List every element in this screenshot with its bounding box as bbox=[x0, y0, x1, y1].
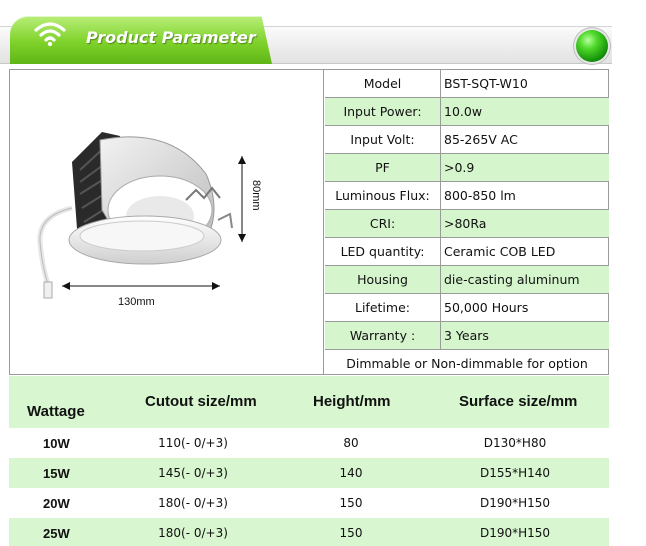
spec-label: LED quantity: bbox=[325, 238, 441, 265]
cell-surface: D190*H150 bbox=[479, 496, 551, 510]
spec-row: Model BST-SQT-W10 bbox=[325, 70, 609, 98]
cell-cutout: 145(- 0/+3) bbox=[158, 466, 228, 480]
status-indicator-icon bbox=[576, 30, 608, 62]
table-row: 15W 145(- 0/+3) 140 D155*H140 bbox=[9, 458, 609, 488]
spec-value: 85-265V AC bbox=[444, 132, 518, 147]
spec-row: Housing die-casting aluminum bbox=[325, 266, 609, 294]
header-surface: Surface size/mm bbox=[459, 393, 578, 410]
page-title: Product Parameter bbox=[86, 28, 256, 47]
cell-wattage: 15W bbox=[43, 465, 70, 481]
header-cutout: Cutout size/mm bbox=[145, 393, 257, 410]
table-row: 10W 110(- 0/+3) 80 D130*H80 bbox=[9, 428, 609, 458]
spec-label: Warranty : bbox=[325, 322, 441, 349]
spec-value: die-casting aluminum bbox=[444, 272, 580, 287]
spec-row: PF >0.9 bbox=[325, 154, 609, 182]
cell-wattage: 10W bbox=[43, 435, 70, 451]
spec-label: Lifetime: bbox=[325, 294, 441, 321]
cell-surface: D190*H150 bbox=[479, 526, 551, 540]
spec-row: Luminous Flux: 800-850 lm bbox=[325, 182, 609, 210]
spec-value: 50,000 Hours bbox=[444, 300, 529, 315]
spec-row: Warranty :3 Years bbox=[325, 322, 609, 350]
cell-wattage: 20W bbox=[43, 495, 70, 511]
spec-row: Input Power: 10.0w bbox=[325, 98, 609, 126]
spec-value: >80Ra bbox=[444, 216, 487, 231]
cell-cutout: 180(- 0/+3) bbox=[158, 496, 228, 510]
spec-row: Input Volt: 85-265V AC bbox=[325, 126, 609, 154]
height-dimension-label: 80mm bbox=[250, 180, 262, 211]
size-table: Wattage Cutout size/mm Height/mm Surface… bbox=[9, 376, 609, 546]
cell-height: 150 bbox=[339, 526, 363, 540]
spec-panel: 130mm 80mm Model BST-SQT-W10 Input Power:… bbox=[9, 69, 609, 375]
wifi-icon bbox=[34, 22, 66, 47]
spec-label: Input Power: bbox=[325, 98, 441, 125]
spec-value: 3 Years bbox=[444, 328, 489, 343]
spec-row: LED quantity: Ceramic COB LED bbox=[325, 238, 609, 266]
spec-row: CRI: >80Ra bbox=[325, 210, 609, 238]
spec-row: Lifetime: 50,000 Hours bbox=[325, 294, 609, 322]
cell-cutout: 110(- 0/+3) bbox=[158, 436, 228, 450]
cell-height: 140 bbox=[339, 466, 363, 480]
cell-wattage: 25W bbox=[43, 525, 70, 541]
cell-height: 80 bbox=[343, 436, 359, 450]
spec-label: PF bbox=[325, 154, 441, 181]
spec-label: Input Volt: bbox=[325, 126, 441, 153]
spec-value: BST-SQT-W10 bbox=[444, 76, 528, 91]
cell-cutout: 180(- 0/+3) bbox=[158, 526, 228, 540]
size-table-header: Wattage Cutout size/mm Height/mm Surface… bbox=[9, 376, 609, 428]
width-dimension-label: 130mm bbox=[118, 296, 155, 308]
header-height: Height/mm bbox=[313, 393, 391, 410]
header-wattage: Wattage bbox=[27, 403, 85, 420]
cell-height: 150 bbox=[339, 496, 363, 510]
spec-value: 800-850 lm bbox=[444, 188, 516, 203]
spec-label: CRI: bbox=[325, 210, 441, 237]
cell-surface: D130*H80 bbox=[483, 436, 547, 450]
spec-label: Model bbox=[325, 70, 441, 97]
table-row: 25W 180(- 0/+3) 150 D190*H150 bbox=[9, 518, 609, 546]
spec-value: Ceramic COB LED bbox=[444, 244, 556, 259]
spec-note: Dimmable or Non-dimmable for option bbox=[346, 356, 588, 371]
table-row: 20W 180(- 0/+3) 150 D190*H150 bbox=[9, 488, 609, 518]
spec-label: Luminous Flux: bbox=[325, 182, 441, 209]
section-header: Product Parameter bbox=[0, 0, 646, 70]
spec-table: Model BST-SQT-W10 Input Power: 10.0w Input… bbox=[325, 70, 609, 378]
product-image: 130mm 80mm bbox=[10, 70, 324, 374]
downlight-illustration bbox=[37, 132, 246, 299]
spec-value: 10.0w bbox=[444, 104, 483, 119]
spec-label: Housing bbox=[325, 266, 441, 293]
cell-surface: D155*H140 bbox=[479, 466, 551, 480]
spec-value: >0.9 bbox=[444, 160, 475, 175]
